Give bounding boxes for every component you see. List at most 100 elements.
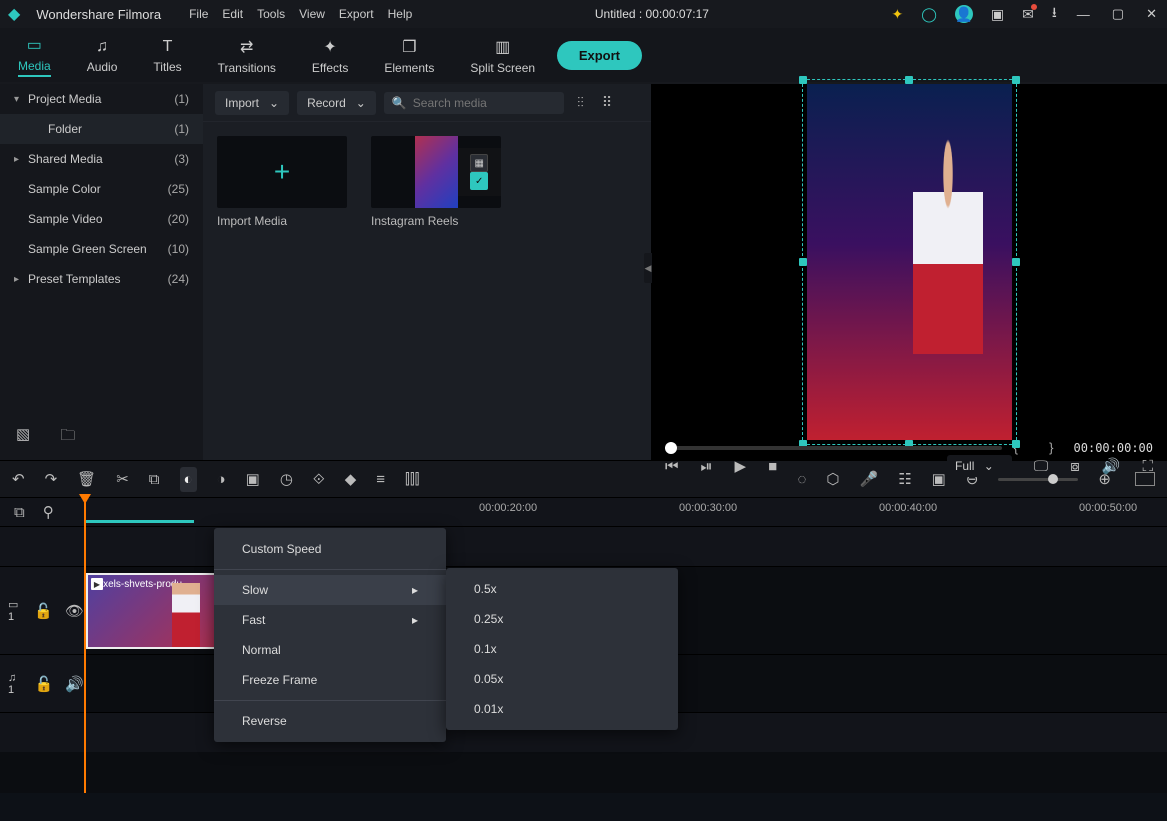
eye-icon[interactable]: 👁 xyxy=(65,602,84,620)
display-icon[interactable]: 🖵 xyxy=(1034,458,1048,475)
tab-splitscreen[interactable]: ▥Split Screen xyxy=(452,28,553,84)
notification-icon[interactable]: ✉ xyxy=(1022,6,1034,23)
step-back-icon[interactable]: ⏯ xyxy=(701,458,713,475)
stop-icon[interactable]: ■ xyxy=(768,458,777,475)
undo-icon[interactable]: ↶ xyxy=(12,470,25,488)
close-button[interactable]: ✕ xyxy=(1144,6,1159,22)
menu-slow[interactable]: Slow▸ xyxy=(214,575,446,605)
zoom-slider[interactable] xyxy=(998,478,1078,481)
slow-option[interactable]: 0.05x xyxy=(446,664,678,694)
sidebar-item[interactable]: ▸Preset Templates(24) xyxy=(0,264,203,294)
resize-handle[interactable] xyxy=(1012,440,1020,448)
timer-icon[interactable]: ◷ xyxy=(280,470,293,488)
preview-frame[interactable] xyxy=(807,84,1012,440)
speaker-icon[interactable]: 🔊 xyxy=(65,675,84,693)
tab-elements[interactable]: ❐Elements xyxy=(366,28,452,84)
tab-effects[interactable]: ✦Effects xyxy=(294,28,366,84)
quality-dropdown[interactable]: Full ⌄ xyxy=(947,455,1012,477)
delete-icon[interactable]: 🗑 xyxy=(77,470,96,488)
prev-frame-icon[interactable]: ⏮ xyxy=(665,458,679,475)
zoom-fit-icon[interactable] xyxy=(1135,472,1155,486)
voiceover-icon[interactable]: 🎤 xyxy=(860,470,879,488)
color-icon[interactable]: ◑ xyxy=(217,471,226,488)
tab-audio[interactable]: ♫Audio xyxy=(69,28,136,84)
resize-handle[interactable] xyxy=(799,76,807,84)
redo-icon[interactable]: ↷ xyxy=(45,470,58,488)
tab-titles[interactable]: TTitles xyxy=(135,28,199,84)
render-icon[interactable]: ◌ xyxy=(797,471,806,488)
grid-view-icon[interactable]: ⠿ xyxy=(597,94,617,111)
resize-handle[interactable] xyxy=(1012,76,1020,84)
record-dropdown[interactable]: Record⌄ xyxy=(297,91,376,115)
export-button[interactable]: Export xyxy=(557,41,642,70)
scrub-track[interactable] xyxy=(665,446,1002,450)
filter-icon[interactable]: ⫶⫶ xyxy=(572,94,589,111)
speed-icon[interactable]: ◐ xyxy=(180,467,197,492)
keyframe-icon[interactable]: ◆ xyxy=(345,470,357,488)
import-dropdown[interactable]: Import⌄ xyxy=(215,91,289,115)
maximize-button[interactable]: ▢ xyxy=(1110,6,1126,22)
audio-icon: ♫ xyxy=(96,38,108,56)
focus-icon[interactable]: ⟐ xyxy=(313,471,325,488)
ruler-track[interactable]: 00:00:20:00 00:00:30:00 00:00:40:00 00:0… xyxy=(84,498,1167,526)
scrub-handle[interactable] xyxy=(665,442,677,454)
slow-option[interactable]: 0.5x xyxy=(446,574,678,604)
preview-canvas[interactable] xyxy=(651,84,1167,440)
save-icon[interactable]: ▣ xyxy=(991,6,1004,23)
sidebar-item[interactable]: Folder(1) xyxy=(0,114,203,144)
new-folder-icon[interactable]: 🗀 xyxy=(60,425,75,450)
sidebar-item[interactable]: ▸Shared Media(3) xyxy=(0,144,203,174)
menu-file[interactable]: File xyxy=(189,7,208,21)
support-icon[interactable]: ◯ xyxy=(921,6,937,23)
tab-transitions[interactable]: ⇄Transitions xyxy=(200,28,294,84)
search-input[interactable] xyxy=(413,96,556,110)
zoom-in-icon[interactable]: ⊕ xyxy=(1098,470,1111,488)
sidebar-item[interactable]: Sample Video(20) xyxy=(0,204,203,234)
slow-option[interactable]: 0.1x xyxy=(446,634,678,664)
audio-wave-icon[interactable]: ⫿⫿⫿ xyxy=(405,471,419,488)
resize-handle[interactable] xyxy=(1012,258,1020,266)
resize-handle[interactable] xyxy=(799,258,807,266)
menu-fast[interactable]: Fast▸ xyxy=(214,605,446,635)
zoom-knob[interactable] xyxy=(1048,474,1058,484)
track-options-icon[interactable]: ⧉ xyxy=(14,504,25,521)
crop-icon[interactable]: ⧉ xyxy=(149,471,160,488)
menu-normal[interactable]: Normal xyxy=(214,635,446,665)
link-icon[interactable]: ⚲ xyxy=(43,503,54,521)
menu-edit[interactable]: Edit xyxy=(222,7,243,21)
cut-icon[interactable]: ✂ xyxy=(116,470,129,488)
snapshot-icon[interactable]: ⧇ xyxy=(1070,458,1080,475)
menu-freeze-frame[interactable]: Freeze Frame xyxy=(214,665,446,695)
video-clip[interactable]: ▶ pexels-shvets-produ xyxy=(86,573,220,649)
slow-option[interactable]: 0.01x xyxy=(446,694,678,724)
menu-export[interactable]: Export xyxy=(339,7,374,21)
lock-icon[interactable]: 🔓 xyxy=(35,675,54,693)
menu-tools[interactable]: Tools xyxy=(257,7,285,21)
mixer-icon[interactable]: ☷ xyxy=(898,470,911,488)
menu-reverse[interactable]: Reverse xyxy=(214,706,446,736)
tips-icon[interactable]: ✦ xyxy=(892,6,904,23)
menu-custom-speed[interactable]: Custom Speed xyxy=(214,534,446,564)
sidebar-item[interactable]: Sample Color(25) xyxy=(0,174,203,204)
play-icon[interactable]: ▶ xyxy=(735,457,747,475)
lock-icon[interactable]: 🔓 xyxy=(34,602,53,620)
marker-icon[interactable]: ⬡ xyxy=(826,470,839,488)
resize-handle[interactable] xyxy=(905,76,913,84)
import-media-card[interactable]: + Import Media xyxy=(217,136,357,228)
download-icon[interactable]: ⭳ xyxy=(1052,2,1057,26)
playhead[interactable] xyxy=(84,498,86,793)
sidebar-item[interactable]: ▾Project Media(1) xyxy=(0,84,203,114)
picture-icon[interactable]: ▣ xyxy=(932,470,946,488)
transform-icon[interactable]: ▣ xyxy=(246,470,260,488)
tab-media[interactable]: ▭Media xyxy=(0,28,69,84)
slow-option[interactable]: 0.25x xyxy=(446,604,678,634)
account-icon[interactable]: 👤 xyxy=(955,5,973,23)
menu-view[interactable]: View xyxy=(299,7,325,21)
menu-help[interactable]: Help xyxy=(388,7,413,21)
new-bin-icon[interactable]: ▧ xyxy=(16,425,30,450)
reel-media-card[interactable]: ▦ ✓ Instagram Reels xyxy=(371,136,511,228)
sidebar-item[interactable]: Sample Green Screen(10) xyxy=(0,234,203,264)
adjust-icon[interactable]: ≡ xyxy=(376,471,385,488)
search-box[interactable]: 🔍 xyxy=(384,92,564,114)
minimize-button[interactable]: — xyxy=(1075,7,1092,22)
